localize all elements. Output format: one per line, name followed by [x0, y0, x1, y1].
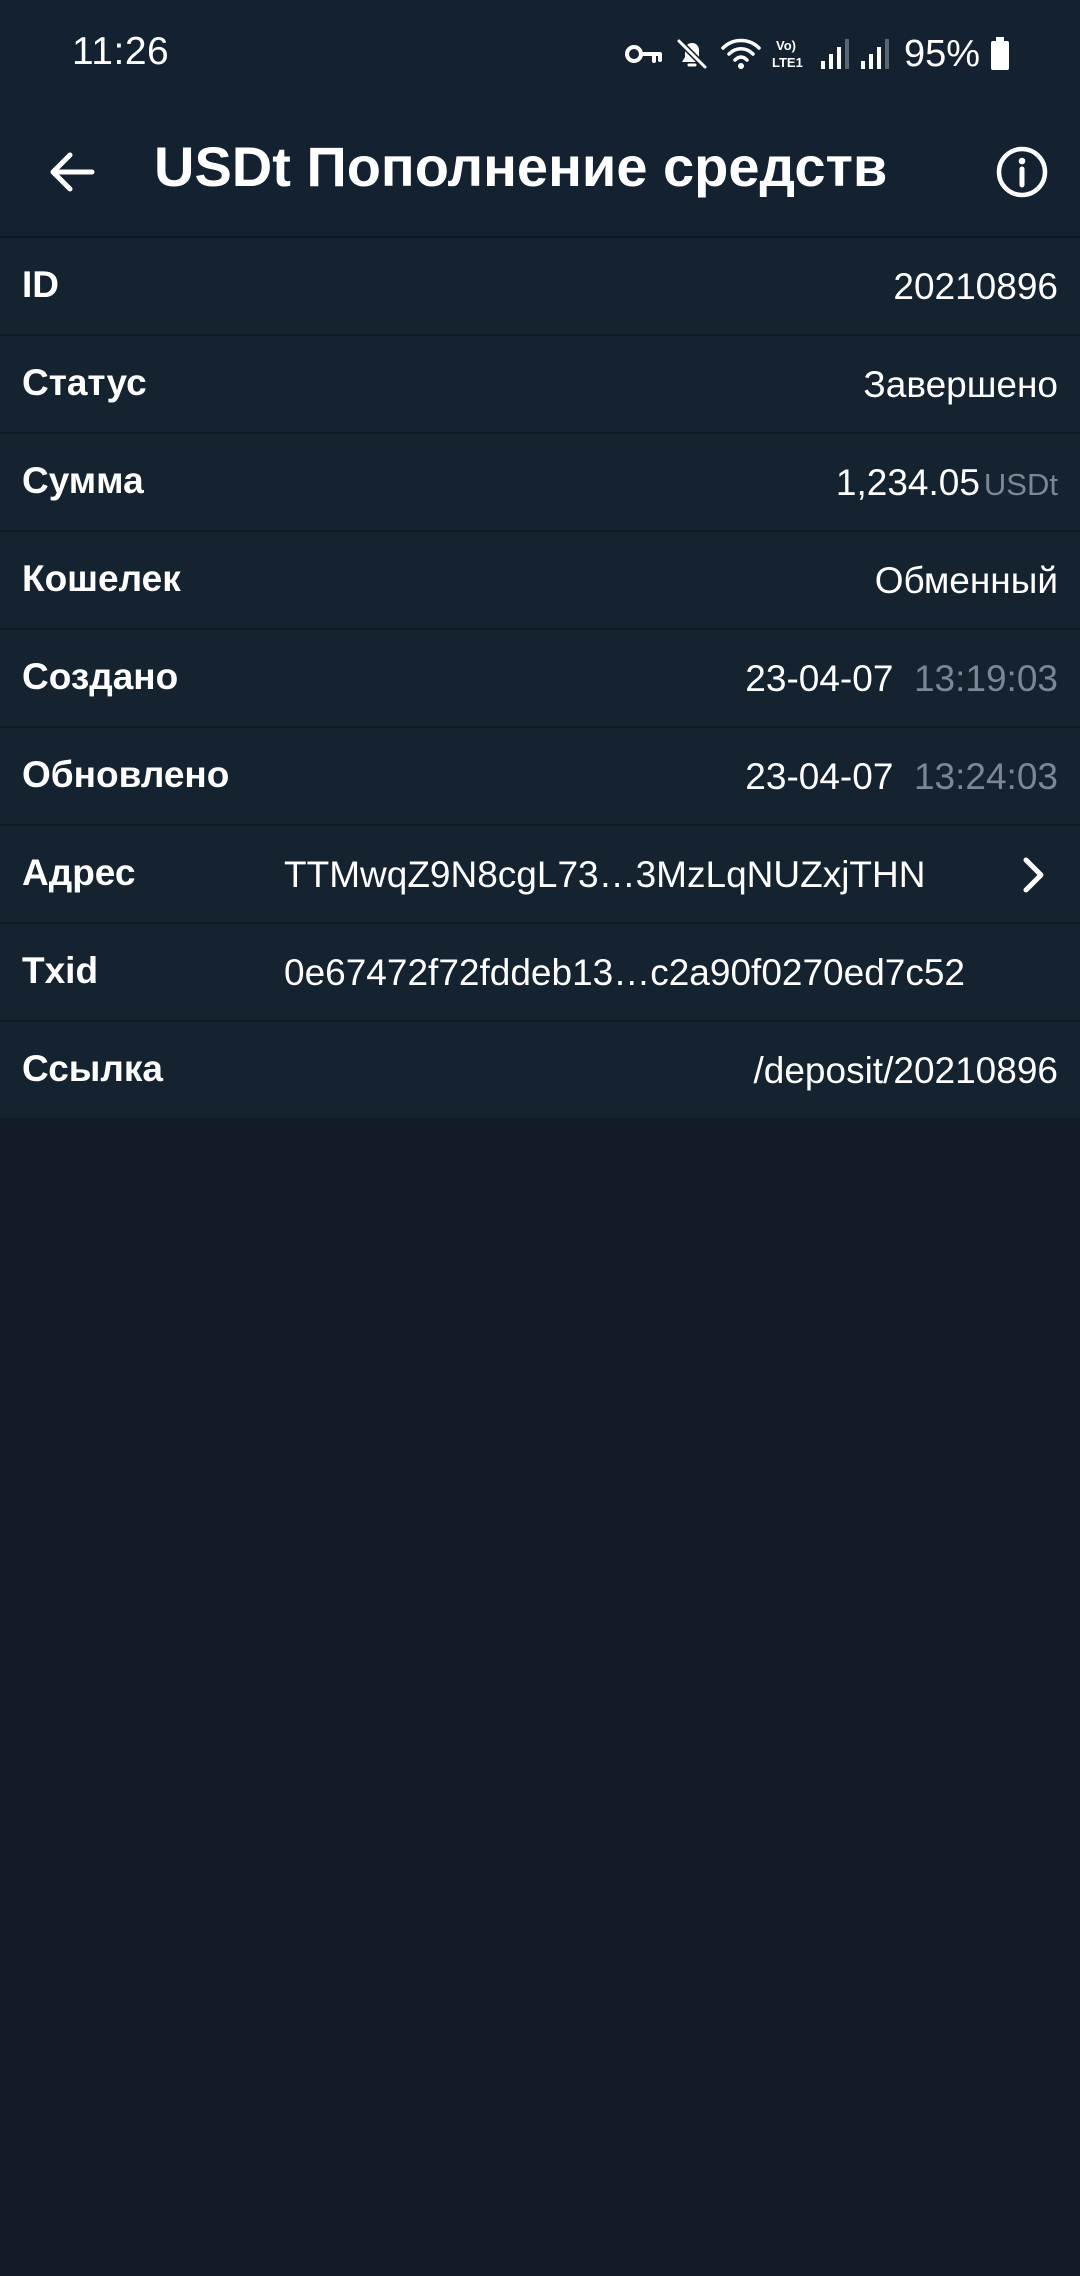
row-label: Сумма [22, 460, 144, 501]
row-label: Ссылка [22, 1048, 164, 1089]
status-bar: 11:26 Vo) LTE1 95% [0, 0, 1080, 108]
app-bar: USDt Пополнение средств [0, 108, 1080, 238]
transaction-details: ID 20210896 Статус Завершено Сумма 1,234… [0, 238, 1080, 1118]
updated-date: 23-04-07 [745, 756, 894, 797]
detail-row-txid[interactable]: Txid 0e67472f72fddeb13…c2a90f0270ed7c52 [0, 924, 1080, 1022]
vpn-key-icon [624, 45, 662, 63]
row-label: Создано [22, 656, 179, 697]
address-value[interactable]: TTMwqZ9N8cgL73…3MzLqNUZxjTHN [284, 854, 925, 896]
mute-icon [676, 38, 708, 70]
battery-percent: 95% [903, 32, 980, 75]
updated-value: 23-04-07 13:24:03 [745, 756, 1058, 798]
back-button[interactable] [36, 136, 108, 208]
created-time: 13:19:03 [913, 658, 1058, 699]
signal-icon-2 [860, 39, 889, 69]
detail-row-status: Статус Завершено [0, 336, 1080, 434]
detail-row-amount: Сумма 1,234.05 USDt [0, 434, 1080, 532]
wallet-value: Обменный [874, 560, 1058, 601]
detail-row-updated: Обновлено 23-04-07 13:24:03 [0, 728, 1080, 826]
status-time: 11:26 [72, 30, 170, 73]
row-label: Кошелек [22, 558, 181, 599]
battery-icon [991, 37, 1009, 70]
chevron-right-icon[interactable] [1014, 850, 1054, 900]
row-label: Адрес [22, 852, 136, 893]
amount-value: 1,234.05 USDt [836, 462, 1058, 504]
arrow-left-icon [50, 152, 95, 192]
detail-row-created: Создано 23-04-07 13:19:03 [0, 630, 1080, 728]
detail-row-id: ID 20210896 [0, 238, 1080, 336]
row-label: ID [22, 264, 59, 305]
created-value: 23-04-07 13:19:03 [745, 658, 1058, 700]
link-value[interactable]: /deposit/20210896 [754, 1050, 1059, 1092]
row-label: Статус [22, 362, 147, 403]
created-date: 23-04-07 [745, 658, 894, 699]
signal-icon [820, 39, 849, 69]
status-value: Завершено [863, 364, 1058, 405]
svg-text:Vo): Vo) [776, 38, 796, 53]
info-circle-icon [996, 146, 1048, 198]
detail-row-address[interactable]: Адрес TTMwqZ9N8cgL73…3MzLqNUZxjTHN [0, 826, 1080, 924]
row-label: Txid [22, 950, 99, 991]
row-label: Обновлено [22, 754, 230, 795]
detail-row-link[interactable]: Ссылка /deposit/20210896 [0, 1022, 1080, 1118]
updated-time: 13:24:03 [913, 756, 1058, 797]
info-button[interactable] [984, 134, 1060, 210]
wifi-icon [721, 38, 761, 69]
svg-text:LTE1: LTE1 [772, 55, 803, 70]
detail-row-wallet: Кошелек Обменный [0, 532, 1080, 630]
txid-value[interactable]: 0e67472f72fddeb13…c2a90f0270ed7c52 [284, 952, 965, 994]
amount-number: 1,234.05 [835, 462, 980, 503]
amount-unit: USDt [983, 467, 1058, 502]
id-value: 20210896 [893, 266, 1058, 307]
page-title: USDt Пополнение средств [154, 135, 888, 198]
lte-icon: Vo) LTE1 [772, 38, 803, 70]
status-icons: Vo) LTE1 95% [624, 26, 1010, 82]
